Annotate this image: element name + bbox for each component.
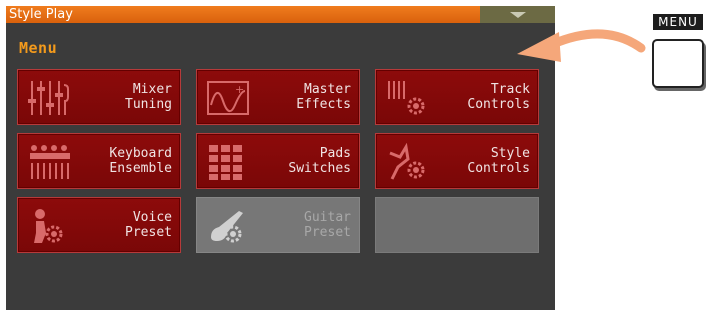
style-controls-icon: [389, 143, 425, 180]
page-title: Style Play: [9, 7, 73, 22]
tile-label-line2: Preset: [125, 225, 172, 240]
tile-label-line1: Pads: [319, 146, 351, 161]
tile-label-line1: Keyboard: [109, 146, 172, 161]
tile-label-line2: Switches: [288, 161, 351, 176]
guitar-preset-button: Guitar Preset: [196, 197, 360, 253]
tile-label-line2: Tuning: [125, 97, 172, 112]
keyboard-ensemble-button[interactable]: Keyboard Ensemble: [17, 133, 181, 189]
display-screen: Style Play Menu Mixer Tuning + Master Ef…: [6, 6, 555, 310]
page-menu-dropdown[interactable]: [480, 6, 555, 23]
tile-label-line2: Preset: [304, 225, 351, 240]
pads-switches-button[interactable]: Pads Switches: [196, 133, 360, 189]
keyboard-ensemble-icon: [30, 145, 70, 179]
tile-label-line2: Effects: [296, 97, 351, 112]
tile-label-line1: Style: [490, 146, 530, 161]
tile-label-line1: Guitar: [304, 210, 351, 225]
curved-arrow-icon: [517, 29, 646, 62]
empty-slot: [375, 197, 539, 253]
guitar-preset-icon: [211, 211, 243, 243]
tile-label-line1: Track: [490, 82, 530, 97]
menu-button-label: MENU: [653, 14, 703, 30]
tile-label-line2: Ensemble: [109, 161, 172, 176]
voice-preset-button[interactable]: Voice Preset: [17, 197, 181, 253]
mixer-sliders-icon: [28, 81, 69, 115]
tile-label-line2: Controls: [467, 97, 530, 112]
tile-label-line2: Controls: [467, 161, 530, 176]
voice-preset-icon: [34, 209, 63, 243]
svg-text:+: +: [235, 83, 244, 96]
tile-label-line1: Master: [304, 82, 351, 97]
fx-waveform-icon: +: [207, 81, 249, 115]
tile-label-line1: Mixer: [132, 82, 172, 97]
master-effects-button[interactable]: + Master Effects: [196, 69, 360, 125]
title-bar: Style Play: [6, 6, 555, 23]
menu-heading: Menu: [19, 39, 58, 57]
pads-grid-icon: [209, 145, 242, 180]
menu-hardware-button[interactable]: [652, 39, 704, 88]
chevron-down-icon: [510, 12, 526, 18]
style-controls-button[interactable]: Style Controls: [375, 133, 539, 189]
track-controls-icon: [388, 81, 425, 115]
mixer-tuning-button[interactable]: Mixer Tuning: [17, 69, 181, 125]
tile-label-line1: Voice: [132, 210, 172, 225]
